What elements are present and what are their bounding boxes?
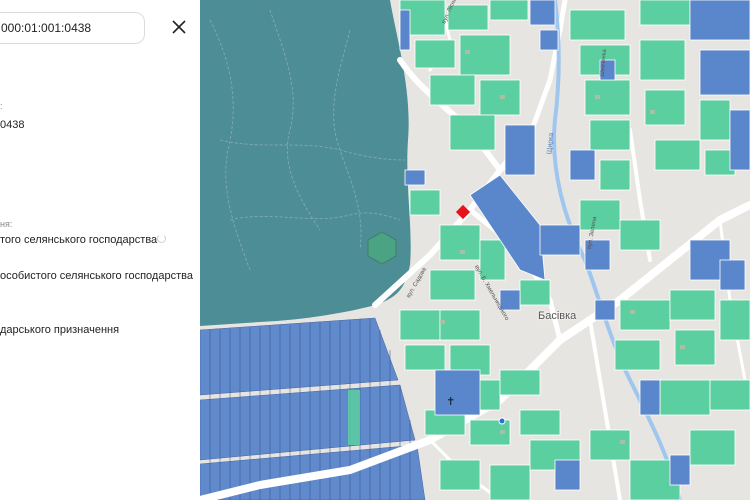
green-strip xyxy=(348,390,360,445)
church-icon: ✝ xyxy=(446,395,455,408)
map-canvas[interactable]: ✝ xyxy=(200,0,750,500)
forest-area xyxy=(200,0,411,326)
place-label: Басівка xyxy=(538,310,577,322)
cadastral-number-field[interactable]: 000:01:001:0438 xyxy=(0,12,145,44)
close-button[interactable] xyxy=(168,16,190,38)
bus-stop-icon xyxy=(498,417,506,425)
cadastral-label: : xyxy=(0,101,3,111)
purpose-label: ня: xyxy=(0,219,13,229)
cadastral-value: 0438 xyxy=(0,119,25,131)
loading-icon xyxy=(157,234,166,243)
close-icon xyxy=(172,20,186,34)
cadastral-map[interactable]: ✝ Басівка вул. Лісна вул. Садова вул. Зе… xyxy=(200,0,750,500)
cadastral-number-value: 000:01:001:0438 xyxy=(1,21,92,35)
info-panel: 000:01:001:0438 : 0438 ня: того селянськ… xyxy=(0,0,200,500)
purpose-value: того селянського господарства xyxy=(0,234,158,246)
usage-value: особистого селянського господарства xyxy=(0,270,193,282)
land-category-value: дарського призначення xyxy=(0,324,120,336)
